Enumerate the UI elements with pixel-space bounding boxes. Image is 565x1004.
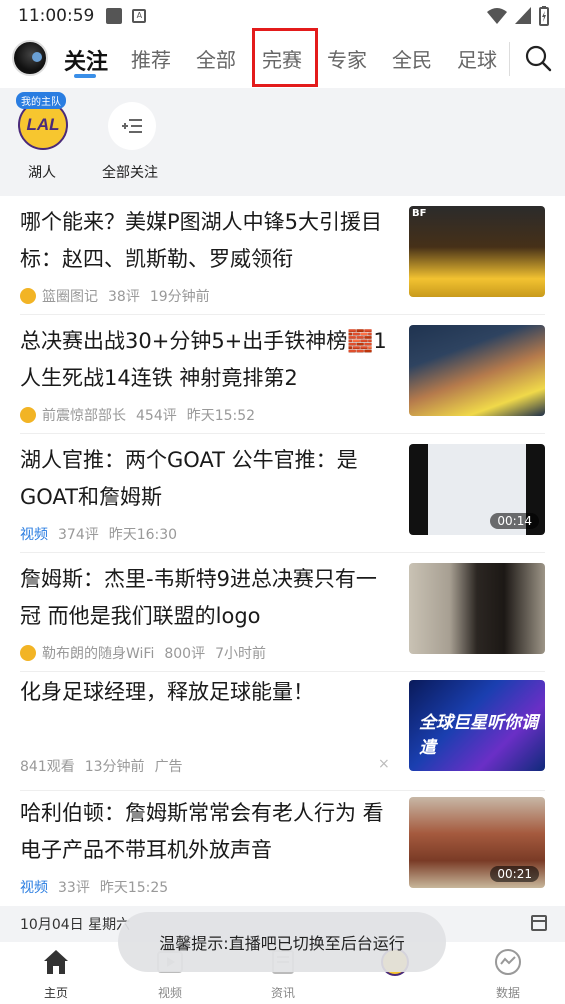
notification-icon <box>106 8 123 24</box>
video-tag: 视频 <box>20 527 48 543</box>
feed-meta: 841观看 13分钟前 广告 <box>20 756 183 776</box>
tab-expert[interactable]: 专家 <box>327 44 367 73</box>
ad-thumbnail[interactable]: 全球巨星听你调遣 <box>409 680 545 771</box>
ad-label: 广告 <box>154 759 183 775</box>
feed-item[interactable]: 詹姆斯：杰里-韦斯特9进总决赛只有一冠 而他是我们联盟的logo 勒布朗的随身W… <box>0 553 565 671</box>
feed-time: 7小时前 <box>215 646 267 662</box>
ad-views: 841观看 <box>20 759 75 775</box>
feed-time: 19分钟前 <box>149 289 210 305</box>
tab-recommend[interactable]: 推荐 <box>131 44 171 73</box>
feed-item[interactable]: 哪个能来？美媒P图湖人中锋5大引援目标：赵四、凯斯勒、罗威领衔 篮圈图记 38评… <box>0 196 565 314</box>
feed-time: 昨天15:52 <box>186 408 256 424</box>
status-time: 11:00:59 <box>18 6 95 26</box>
close-ad-icon[interactable]: × <box>378 756 390 772</box>
video-tag: 视频 <box>20 880 48 896</box>
author-avatar <box>20 645 36 661</box>
thumb-label: BF <box>412 208 427 219</box>
feed-item[interactable]: 总决赛出战30+分钟5+出手铁神榜🧱1人生死战14连铁 神射竟排第2 前震惊部部… <box>0 315 565 433</box>
feed-item[interactable]: 哈利伯顿：詹姆斯常常会有老人行为 看电子产品不带耳机外放声音 视频 33评 昨天… <box>0 791 565 906</box>
toast-message: 温馨提示:直播吧已切换至后台运行 <box>118 912 446 972</box>
feed-time: 昨天15:25 <box>99 880 169 896</box>
feed-comments: 454评 <box>136 408 177 424</box>
all-follow-label[interactable]: 全部关注 <box>102 162 158 182</box>
author-avatar <box>20 407 36 423</box>
active-tab-indicator <box>74 74 96 78</box>
data-icon <box>495 949 521 975</box>
author-avatar <box>20 288 36 304</box>
search-icon[interactable] <box>524 44 552 72</box>
feed-item[interactable]: 湖人官推：两个GOAT 公牛官推：是GOAT和詹姆斯 视频 374评 昨天16:… <box>0 434 565 552</box>
feed-time: 13分钟前 <box>84 759 145 775</box>
feed-title[interactable]: 总决赛出战30+分钟5+出手铁神榜🧱1人生死战14连铁 神射竟排第2 <box>20 323 390 397</box>
tab-public[interactable]: 全民 <box>392 44 432 73</box>
video-thumbnail[interactable]: 00:21 <box>409 797 545 888</box>
bottom-tab-label: 资讯 <box>270 986 295 1000</box>
feed-time: 昨天16:30 <box>108 527 178 543</box>
feed-thumbnail[interactable] <box>409 325 545 416</box>
battery-icon <box>539 6 549 26</box>
bottom-tab-label: 主页 <box>43 986 68 1000</box>
feed-title[interactable]: 化身足球经理，释放足球能量！ <box>20 674 390 711</box>
all-follow-button[interactable] <box>108 102 156 150</box>
feed-comments: 800评 <box>164 646 206 662</box>
video-thumbnail[interactable]: 00:14 <box>409 444 545 535</box>
toast-text: 温馨提示:直播吧已切换至后台运行 <box>159 934 405 953</box>
status-icons <box>487 6 549 26</box>
list-add-icon <box>122 119 142 133</box>
feed-meta: 篮圈图记 38评 19分钟前 <box>20 286 210 306</box>
feed-meta: 视频 374评 昨天16:30 <box>20 524 177 544</box>
feed-meta: 勒布朗的随身WiFi 800评 7小时前 <box>20 643 266 663</box>
team-logo-text: LAL <box>26 115 60 134</box>
feed-source: 勒布朗的随身WiFi <box>42 646 155 662</box>
signal-icon <box>515 7 531 24</box>
feed-comments: 374评 <box>58 527 99 543</box>
calendar-icon[interactable] <box>531 915 547 931</box>
feed-thumbnail[interactable]: BF <box>409 206 545 297</box>
feed-comments: 38评 <box>108 289 140 305</box>
ad-thumb-text: 全球巨星听你调遣 <box>419 713 538 758</box>
team-name[interactable]: 湖人 <box>28 162 56 182</box>
feed-title[interactable]: 詹姆斯：杰里-韦斯特9进总决赛只有一冠 而他是我们联盟的logo <box>20 561 390 635</box>
date-text: 10月04日 星期六 <box>20 917 131 933</box>
nav-divider <box>509 42 510 76</box>
tab-all[interactable]: 全部 <box>196 44 236 73</box>
highlight-box <box>252 28 318 87</box>
feed-comments: 33评 <box>58 880 90 896</box>
bottom-tab-label: 数据 <box>495 986 520 1000</box>
feed-title[interactable]: 哈利伯顿：詹姆斯常常会有老人行为 看电子产品不带耳机外放声音 <box>20 795 390 869</box>
feed-meta: 视频 33评 昨天15:25 <box>20 877 168 897</box>
feed-source: 前震惊部部长 <box>42 408 126 424</box>
feed-title[interactable]: 哪个能来？美媒P图湖人中锋5大引援目标：赵四、凯斯勒、罗威领衔 <box>20 204 390 278</box>
bottom-tab-label: 视频 <box>157 986 182 1000</box>
feed-title[interactable]: 湖人官推：两个GOAT 公牛官推：是GOAT和詹姆斯 <box>20 442 390 516</box>
ad-item[interactable]: 化身足球经理，释放足球能量！ 841观看 13分钟前 广告 × 全球巨星听你调遣 <box>0 672 565 790</box>
feed-source: 篮圈图记 <box>42 289 98 305</box>
user-avatar[interactable] <box>12 40 48 76</box>
video-duration: 00:14 <box>490 513 539 529</box>
feed-meta: 前震惊部部长 454评 昨天15:52 <box>20 405 255 425</box>
follow-section: LAL 我的主队 湖人 全部关注 <box>0 88 565 196</box>
app-notification-icon: A <box>132 9 147 23</box>
home-team-badge: 我的主队 <box>16 92 66 109</box>
tab-follow[interactable]: 关注 <box>64 44 108 76</box>
feed-thumbnail[interactable] <box>409 563 545 654</box>
bottom-tab-home[interactable]: 主页 <box>26 948 86 1001</box>
tab-football[interactable]: 足球 <box>457 44 497 73</box>
video-duration: 00:21 <box>490 866 539 882</box>
bottom-tab-data[interactable]: 数据 <box>478 948 538 1001</box>
home-icon <box>44 950 68 974</box>
wifi-icon <box>487 8 507 24</box>
